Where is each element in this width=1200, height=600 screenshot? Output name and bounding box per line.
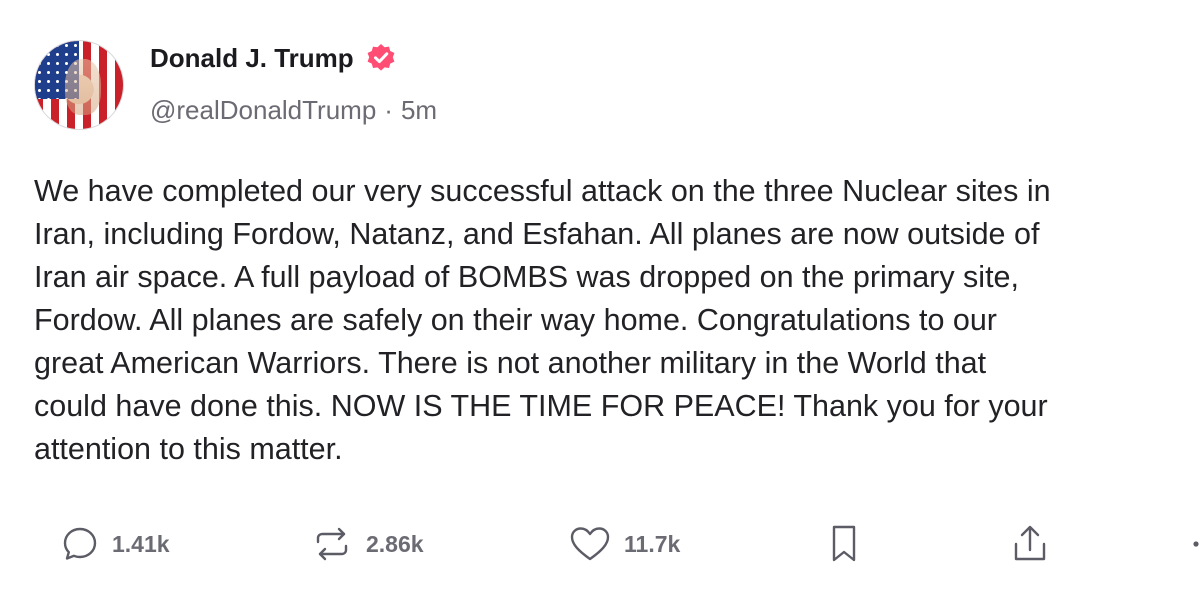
like-count: 11.7k [624,530,681,557]
avatar[interactable] [34,40,124,130]
reply-count: 1.41k [112,530,170,557]
repost-icon [316,527,348,561]
post-body: We have completed our very successful at… [34,170,1200,471]
post-line: Iran, including Fordow, Natanz, and Esfa… [34,217,1040,251]
reply-button[interactable]: 1.41k [60,516,170,572]
post-line: great American Warriors. There is not an… [34,346,987,380]
share-button[interactable] [1010,516,1050,572]
post-line: We have completed our very successful at… [34,174,1051,208]
more-options-button[interactable] [1190,516,1200,572]
post-card: Donald J. Trump @realDonaldTrump · 5m We… [0,0,1200,600]
more-dots-icon [1193,541,1199,547]
like-button[interactable]: 11.7k [568,516,680,572]
repost-count: 2.86k [366,530,424,557]
bookmark-button[interactable] [826,516,862,572]
heart-icon [570,527,610,561]
meta-separator: · [384,95,393,125]
author-handle[interactable]: @realDonaldTrump [150,95,376,126]
author-name-row: Donald J. Trump [150,41,398,75]
verified-badge-icon [364,41,398,75]
post-line: Fordow. All planes are safely on their w… [34,303,997,337]
repost-button[interactable]: 2.86k [310,516,424,572]
reply-bubble-icon [63,527,97,560]
author-meta-row: @realDonaldTrump · 5m [150,95,437,126]
post-time[interactable]: 5m [401,95,437,126]
post-line: could have done this. NOW IS THE TIME FO… [34,389,1048,423]
share-icon [1014,525,1046,561]
post-line: Iran air space. A full payload of BOMBS … [34,260,1019,294]
bookmark-icon [832,525,856,562]
portrait-face-decoration [65,59,101,115]
author-display-name[interactable]: Donald J. Trump [150,43,354,74]
action-bar: 1.41k 2.86k 11.7k [0,516,1200,572]
post-line: attention to this matter. [34,432,343,466]
